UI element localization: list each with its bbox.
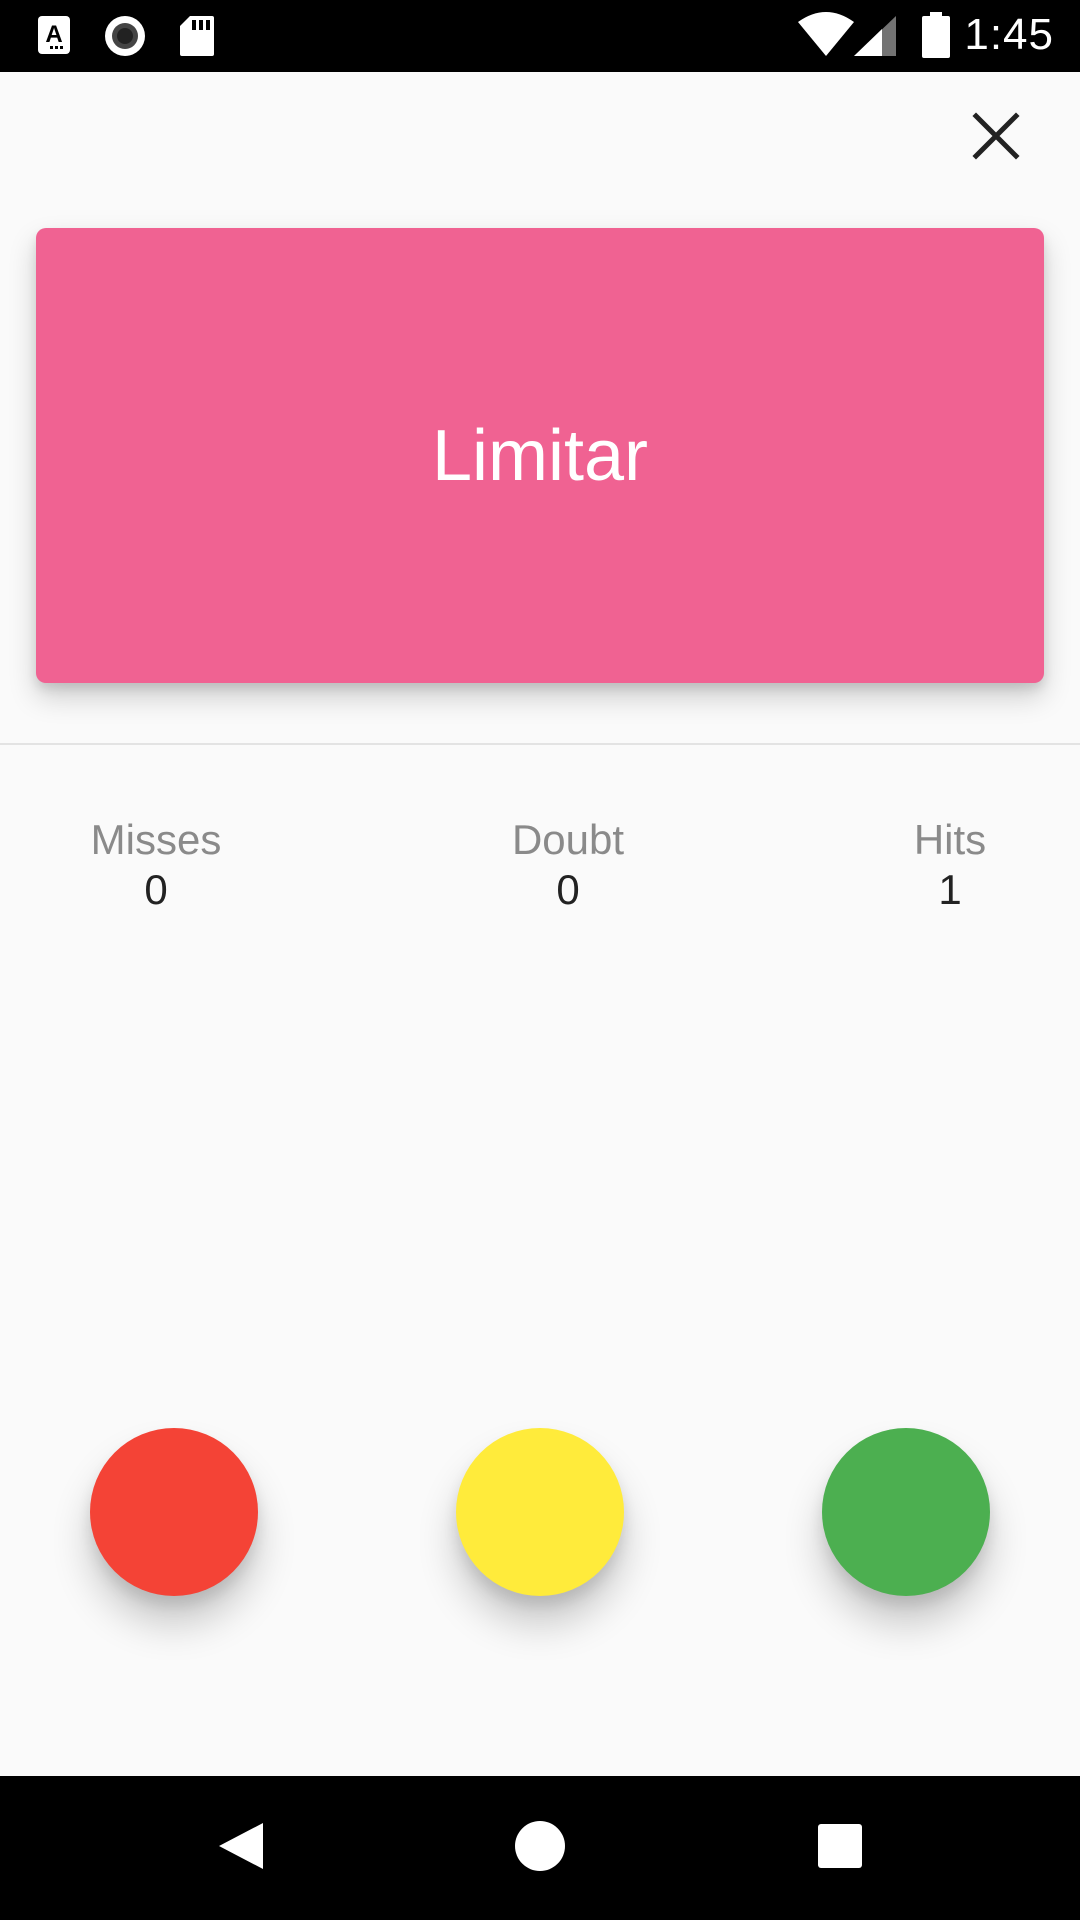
svg-text:A: A [45,21,62,48]
a-icon: A [36,14,72,61]
word-card[interactable]: Limitar [36,228,1044,683]
status-time: 1:45 [964,10,1054,59]
divider [0,743,1080,745]
hit-button[interactable] [822,1428,990,1596]
navigation-bar [0,1776,1080,1920]
doubt-label: Doubt [511,816,625,863]
battery-icon [920,12,952,65]
close-icon [972,111,1020,165]
card-word: Limitar [431,415,649,496]
home-button[interactable] [498,1806,582,1890]
miss-button[interactable] [90,1428,258,1596]
doubt-count: 0 [556,866,580,913]
sd-card-icon [178,14,216,63]
recents-icon [816,1822,864,1875]
hits-stat: Hits 1 [880,816,1020,916]
hits-label: Hits [913,816,987,863]
doubt-stat: Doubt 0 [498,816,638,916]
wifi-icon [796,12,856,63]
recents-button[interactable] [798,1806,882,1890]
misses-count: 0 [144,866,168,913]
close-button[interactable] [960,102,1032,174]
hits-count: 1 [938,866,962,913]
back-icon [213,1819,267,1878]
back-button[interactable] [198,1806,282,1890]
screen: A 1:45 Limitar Misses 0 Doubt 0 Hits 1 [0,0,1080,1920]
record-icon [102,14,148,63]
misses-label: Misses [90,816,222,863]
misses-stat: Misses 0 [86,816,226,916]
signal-icon [852,14,898,63]
status-bar: A 1:45 [0,0,1080,72]
home-icon [513,1819,567,1878]
doubt-button[interactable] [456,1428,624,1596]
